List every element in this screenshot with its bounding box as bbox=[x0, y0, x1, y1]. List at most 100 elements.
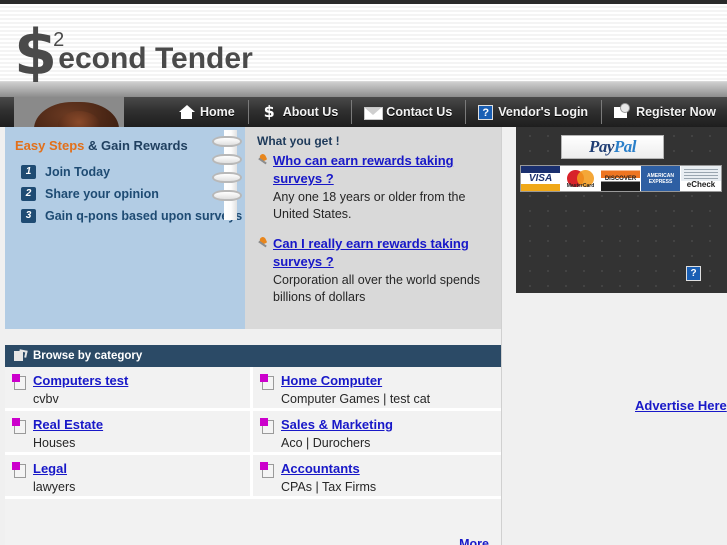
page-root: $2econd Tender Home $ About Us Contact U… bbox=[0, 0, 727, 545]
category-subtext: Aco | Durochers bbox=[281, 436, 371, 450]
paypal-logo-part2: Pal bbox=[613, 137, 637, 156]
payment-methods-panel: PayPal VISA MasterCard DISCOVER AMERICAN… bbox=[516, 127, 727, 293]
step-label: Join Today bbox=[45, 165, 111, 179]
accepted-cards-strip: VISA MasterCard DISCOVER AMERICAN EXPRES… bbox=[520, 165, 722, 192]
logo-dollar-symbol: $ bbox=[14, 16, 58, 89]
more-categories-link[interactable]: More bbox=[459, 537, 489, 545]
category-subtext: lawyers bbox=[33, 480, 76, 494]
spiral-ring bbox=[212, 154, 242, 165]
logo-wordmark: econd Tender bbox=[58, 42, 253, 75]
category-link[interactable]: Legal bbox=[33, 461, 67, 476]
question-mark-icon: ? bbox=[478, 104, 494, 120]
visa-label: VISA bbox=[528, 173, 553, 184]
category-subtext: CPAs | Tax Firms bbox=[281, 480, 377, 494]
category-cell: Sales & Marketing Aco | Durochers bbox=[253, 411, 501, 452]
category-link[interactable]: Computers test bbox=[33, 373, 128, 388]
category-subtext: Computer Games | test cat bbox=[281, 392, 431, 406]
nav-label-about-us: About Us bbox=[282, 105, 339, 119]
category-link[interactable]: Sales & Marketing bbox=[281, 417, 393, 432]
what-you-get-heading: What you get ! bbox=[257, 134, 340, 148]
nav-item-register-now[interactable]: Register Now bbox=[601, 97, 727, 127]
echeck-label: eCheck bbox=[686, 180, 716, 189]
spiral-ring bbox=[212, 136, 242, 147]
header-person-photo bbox=[14, 97, 124, 127]
faq-question-link[interactable]: Can I really earn rewards taking surveys… bbox=[273, 236, 469, 269]
what-you-get-panel: What you get ! Who can earn rewards taki… bbox=[245, 127, 501, 329]
category-row: Legal lawyers Accountants CPAs | Tax Fir… bbox=[5, 455, 501, 499]
faq-answer-text: Any one 18 years or older from the Unite… bbox=[273, 190, 466, 221]
amex-label: AMERICAN EXPRESS bbox=[647, 172, 674, 185]
category-link[interactable]: Home Computer bbox=[281, 373, 382, 388]
nav-items: Home $ About Us Contact Us ? Vendor's Lo… bbox=[165, 97, 727, 127]
category-row: Real Estate Houses Sales & Marketing Aco… bbox=[5, 411, 501, 455]
spiral-binding-graphic bbox=[212, 130, 246, 220]
nav-item-vendors-login[interactable]: ? Vendor's Login bbox=[465, 97, 601, 127]
browse-by-category-header: Browse by category bbox=[5, 345, 501, 367]
category-cell: Real Estate Houses bbox=[5, 411, 253, 452]
category-row: Computers test cvbv Home Computer Comput… bbox=[5, 367, 501, 411]
nav-item-contact-us[interactable]: Contact Us bbox=[351, 97, 465, 127]
site-logo[interactable]: $2econd Tender bbox=[14, 22, 263, 84]
step-label: Share your opinion bbox=[45, 187, 159, 201]
category-link[interactable]: Real Estate bbox=[33, 417, 103, 432]
faq-item: Who can earn rewards taking surveys ? An… bbox=[257, 152, 493, 223]
nav-item-home[interactable]: Home bbox=[165, 97, 248, 127]
spiral-ring bbox=[212, 190, 242, 201]
easy-steps-panel: Easy Steps & Gain Rewards 1 Join Today 2… bbox=[5, 127, 245, 329]
step-item: 3 Gain q-pons based upon surveys bbox=[21, 205, 242, 227]
echeck-logo: eCheck bbox=[681, 166, 721, 191]
right-sidebar: PayPal VISA MasterCard DISCOVER AMERICAN… bbox=[501, 127, 727, 545]
spiral-ring bbox=[212, 172, 242, 183]
house-icon bbox=[178, 104, 195, 120]
step-number-badge: 1 bbox=[21, 165, 36, 179]
faq-item: Can I really earn rewards taking surveys… bbox=[257, 235, 493, 306]
paypal-logo: PayPal bbox=[561, 135, 664, 159]
category-page-icon bbox=[12, 462, 26, 478]
category-cell: Legal lawyers bbox=[5, 455, 253, 496]
category-list: Computers test cvbv Home Computer Comput… bbox=[5, 367, 501, 545]
nav-label-contact-us: Contact Us bbox=[386, 105, 453, 119]
easy-steps-title-orange: Easy Steps bbox=[15, 138, 85, 153]
nav-label-home: Home bbox=[200, 105, 235, 119]
mastercard-label: MasterCard bbox=[566, 183, 595, 189]
dollar-icon: $ bbox=[263, 102, 275, 121]
easy-steps-title-navy: & Gain Rewards bbox=[84, 138, 188, 153]
category-page-icon bbox=[12, 418, 26, 434]
category-page-icon bbox=[260, 462, 274, 478]
nav-item-about-us[interactable]: $ About Us bbox=[247, 97, 352, 127]
category-cell: Home Computer Computer Games | test cat bbox=[253, 367, 501, 408]
browse-by-category-title: Browse by category bbox=[33, 350, 143, 362]
folder-browse-icon bbox=[14, 350, 26, 362]
visa-card-logo: VISA bbox=[521, 166, 561, 191]
nav-label-register-now: Register Now bbox=[636, 105, 716, 119]
advertise-here-link[interactable]: Advertise Here bbox=[635, 398, 727, 413]
category-page-icon bbox=[260, 374, 274, 390]
discover-card-logo: DISCOVER bbox=[601, 166, 641, 191]
register-card-icon bbox=[614, 104, 631, 120]
logo-band: $2econd Tender bbox=[0, 4, 727, 84]
category-page-icon bbox=[260, 418, 274, 434]
discover-label: DISCOVER bbox=[604, 175, 637, 182]
step-item: 2 Share your opinion bbox=[21, 183, 242, 205]
envelope-icon bbox=[364, 104, 384, 120]
logo-shadow-strip bbox=[0, 82, 727, 97]
category-cell: Accountants CPAs | Tax Firms bbox=[253, 455, 501, 496]
amex-card-logo: AMERICAN EXPRESS bbox=[641, 166, 681, 191]
faq-question-link[interactable]: Who can earn rewards taking surveys ? bbox=[273, 153, 454, 186]
category-page-icon bbox=[12, 374, 26, 390]
mastercard-logo: MasterCard bbox=[561, 166, 601, 191]
category-subtext: cvbv bbox=[33, 392, 59, 406]
paypal-logo-part1: Pay bbox=[588, 137, 614, 156]
easy-steps-title: Easy Steps & Gain Rewards bbox=[15, 138, 188, 153]
pushpin-icon bbox=[257, 154, 270, 167]
category-link[interactable]: Accountants bbox=[281, 461, 360, 476]
step-number-badge: 2 bbox=[21, 187, 36, 201]
step-number-badge: 3 bbox=[21, 209, 36, 223]
pushpin-icon bbox=[257, 237, 270, 250]
step-item: 1 Join Today bbox=[21, 161, 242, 183]
nav-label-vendors-login: Vendor's Login bbox=[498, 105, 589, 119]
broken-image-icon: ? bbox=[686, 266, 701, 281]
main-content-column: Easy Steps & Gain Rewards 1 Join Today 2… bbox=[0, 127, 501, 545]
echeck-check-lines bbox=[684, 169, 718, 179]
hero-section: Easy Steps & Gain Rewards 1 Join Today 2… bbox=[0, 127, 501, 332]
